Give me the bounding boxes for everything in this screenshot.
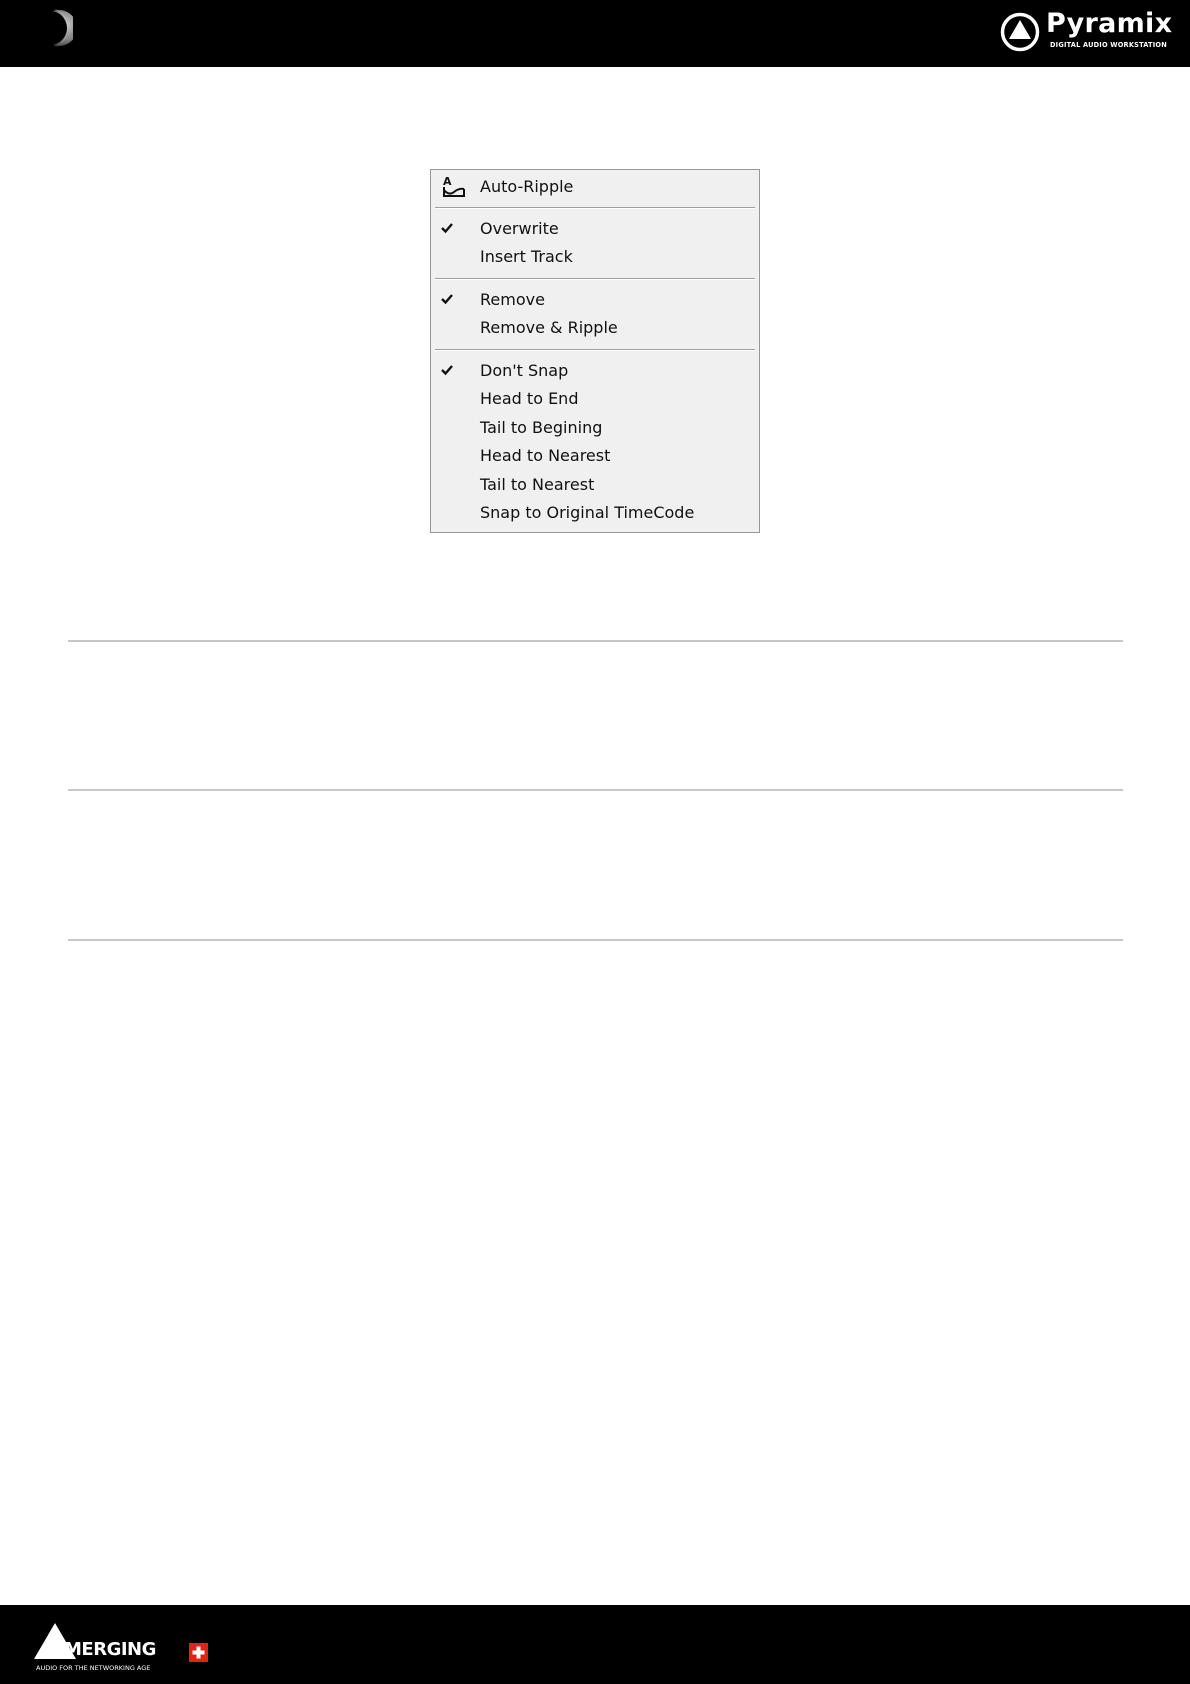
- pyramix-logo: Pyramix DIGITAL AUDIO WORKSTATION: [1000, 8, 1175, 56]
- menu-item-tail-to-begining[interactable]: Tail to Begining: [433, 415, 757, 441]
- merging-logo: MERGING AUDIO FOR THE NETWORKING AGE: [34, 1623, 224, 1675]
- auto-ripple-icon: A: [443, 175, 465, 197]
- menu-item-label: Head to End: [480, 389, 579, 408]
- menu-item-head-to-end[interactable]: Head to End: [433, 386, 757, 412]
- menu-item-label: Overwrite: [480, 219, 559, 238]
- menu-item-label: Auto-Ripple: [480, 177, 574, 196]
- menu-item-label: Insert Track: [480, 247, 573, 266]
- menu-item-label: Snap to Original TimeCode: [480, 503, 695, 522]
- menu-item-label: Remove: [480, 290, 545, 309]
- menu-separator: [435, 278, 755, 280]
- checkmark-icon: [441, 294, 453, 305]
- menu-item-label: Head to Nearest: [480, 446, 611, 465]
- menu-item-auto-ripple[interactable]: A Auto-Ripple: [433, 174, 757, 200]
- menu-item-label: Remove & Ripple: [480, 318, 618, 337]
- content-divider: [68, 789, 1123, 791]
- svg-text:A: A: [443, 175, 452, 188]
- menu-item-remove[interactable]: Remove: [433, 287, 757, 313]
- menu-item-dont-snap[interactable]: Don't Snap: [433, 358, 757, 384]
- page-header: Pyramix DIGITAL AUDIO WORKSTATION: [0, 0, 1190, 67]
- content-divider: [68, 640, 1123, 642]
- swiss-flag-icon: [189, 1643, 208, 1662]
- merging-logo-name: MERGING: [64, 1639, 156, 1660]
- page-footer: MERGING AUDIO FOR THE NETWORKING AGE: [0, 1605, 1190, 1684]
- menu-separator: [435, 207, 755, 209]
- pyramix-logo-name: Pyramix: [1046, 8, 1173, 39]
- checkmark-icon: [441, 365, 453, 376]
- edit-mode-context-menu: A Auto-Ripple Overwrite Insert Track Rem…: [430, 169, 760, 533]
- pyramix-triangle-icon: [1000, 12, 1040, 52]
- merging-logo-tagline: AUDIO FOR THE NETWORKING AGE: [36, 1664, 151, 1672]
- menu-item-label: Tail to Nearest: [480, 475, 595, 494]
- menu-item-remove-and-ripple[interactable]: Remove & Ripple: [433, 315, 757, 341]
- menu-item-head-to-nearest[interactable]: Head to Nearest: [433, 443, 757, 469]
- menu-item-label: Tail to Begining: [480, 418, 603, 437]
- menu-item-insert-track[interactable]: Insert Track: [433, 244, 757, 270]
- menu-separator: [435, 349, 755, 351]
- menu-item-snap-to-original-timecode[interactable]: Snap to Original TimeCode: [433, 500, 757, 526]
- menu-item-label: Don't Snap: [480, 361, 569, 380]
- content-divider: [68, 939, 1123, 941]
- menu-item-overwrite[interactable]: Overwrite: [433, 216, 757, 242]
- moon-icon: [45, 9, 73, 47]
- pyramix-logo-tagline: DIGITAL AUDIO WORKSTATION: [1050, 41, 1167, 49]
- menu-item-tail-to-nearest[interactable]: Tail to Nearest: [433, 472, 757, 498]
- checkmark-icon: [441, 223, 453, 234]
